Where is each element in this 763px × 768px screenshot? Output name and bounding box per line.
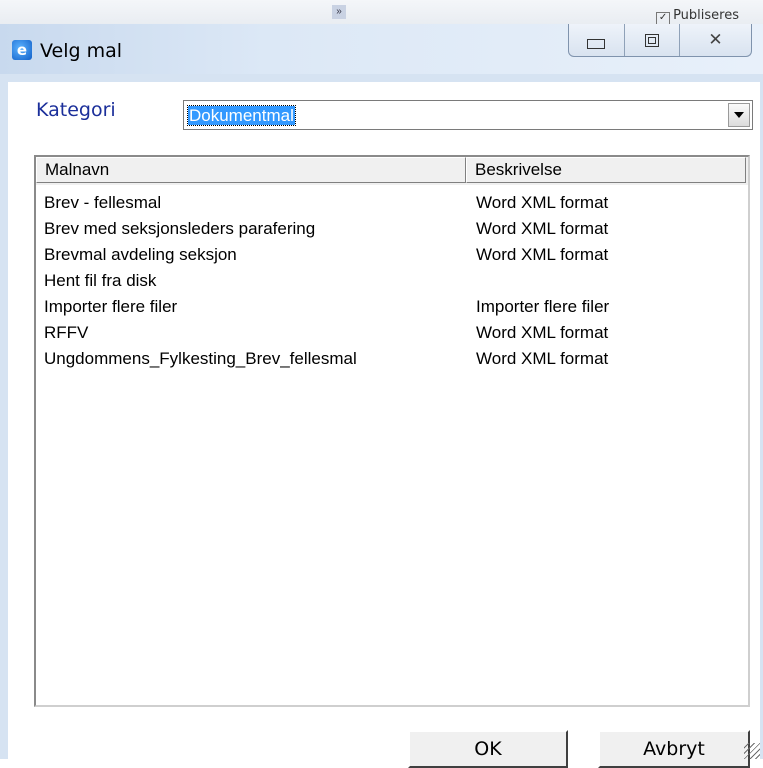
window-title: Velg mal bbox=[40, 40, 123, 62]
publish-label: Publiseres bbox=[673, 8, 739, 23]
list-item[interactable]: Brevmal avdeling seksjon Word XML format bbox=[36, 243, 748, 269]
publish-checkbox[interactable]: ✓ Publiseres bbox=[656, 8, 739, 25]
template-name: Brev med seksjonsleders parafering bbox=[44, 219, 316, 238]
template-name: Hent fil fra disk bbox=[44, 271, 157, 290]
list-item[interactable]: Brev - fellesmal Word XML format bbox=[36, 191, 748, 217]
list-item[interactable]: RFFV Word XML format bbox=[36, 321, 748, 347]
title-bar[interactable]: e Velg mal ✕ bbox=[0, 24, 763, 74]
minimize-button[interactable] bbox=[569, 24, 625, 56]
list-item[interactable]: Importer flere filer Importer flere filer bbox=[36, 295, 748, 321]
template-list[interactable]: Malnavn Beskrivelse Brev - fellesmal Word… bbox=[34, 155, 750, 707]
list-header: Malnavn Beskrivelse bbox=[36, 157, 748, 185]
category-dropdown[interactable]: Dokumentmal bbox=[183, 100, 753, 130]
template-description: Word XML format bbox=[476, 323, 609, 342]
cancel-button[interactable]: Avbryt bbox=[598, 730, 750, 768]
background-app-strip: » ✓ Publiseres bbox=[0, 0, 763, 25]
dropdown-button[interactable] bbox=[728, 103, 750, 127]
list-item[interactable]: Ungdommens_Fylkesting_Brev_fellesmal Word… bbox=[36, 347, 748, 373]
background-arrow-icon: » bbox=[332, 5, 346, 19]
list-item[interactable]: Brev med seksjonsleders parafering Word X… bbox=[36, 217, 748, 243]
template-name: RFFV bbox=[44, 323, 89, 342]
column-header-beskrivelse[interactable]: Beskrivelse bbox=[466, 157, 746, 183]
dialog-body: Kategori Dokumentmal Malnavn Beskrivelse… bbox=[8, 82, 760, 768]
template-description: Word XML format bbox=[476, 219, 609, 238]
template-name: Ungdommens_Fylkesting_Brev_fellesmal bbox=[44, 349, 357, 368]
close-icon: ✕ bbox=[708, 30, 723, 49]
window-controls: ✕ bbox=[568, 24, 752, 57]
template-description: Importer flere filer bbox=[476, 297, 610, 316]
list-rows: Brev - fellesmal Word XML format Brev med … bbox=[36, 191, 748, 373]
list-item[interactable]: Hent fil fra disk bbox=[36, 269, 748, 295]
restore-icon bbox=[644, 33, 659, 47]
chevron-down-icon bbox=[734, 112, 744, 118]
template-name: Brevmal avdeling seksjon bbox=[44, 245, 237, 264]
category-value: Dokumentmal bbox=[187, 105, 296, 126]
close-button[interactable]: ✕ bbox=[680, 24, 751, 56]
template-name: Brev - fellesmal bbox=[44, 193, 162, 212]
template-name: Importer flere filer bbox=[44, 297, 178, 316]
resize-grip-icon[interactable] bbox=[744, 743, 760, 759]
app-icon: e bbox=[12, 40, 32, 60]
dialog-window: e Velg mal ✕ Kategori Dokumentmal Malnav… bbox=[0, 24, 763, 768]
template-description: Word XML format bbox=[476, 245, 609, 264]
minimize-icon bbox=[587, 39, 606, 49]
category-label: Kategori bbox=[36, 99, 116, 121]
column-header-malnavn[interactable]: Malnavn bbox=[36, 157, 466, 183]
ok-button[interactable]: OK bbox=[408, 730, 568, 768]
template-description: Word XML format bbox=[476, 349, 609, 368]
maximize-button[interactable] bbox=[625, 24, 681, 56]
template-description: Word XML format bbox=[476, 193, 609, 212]
